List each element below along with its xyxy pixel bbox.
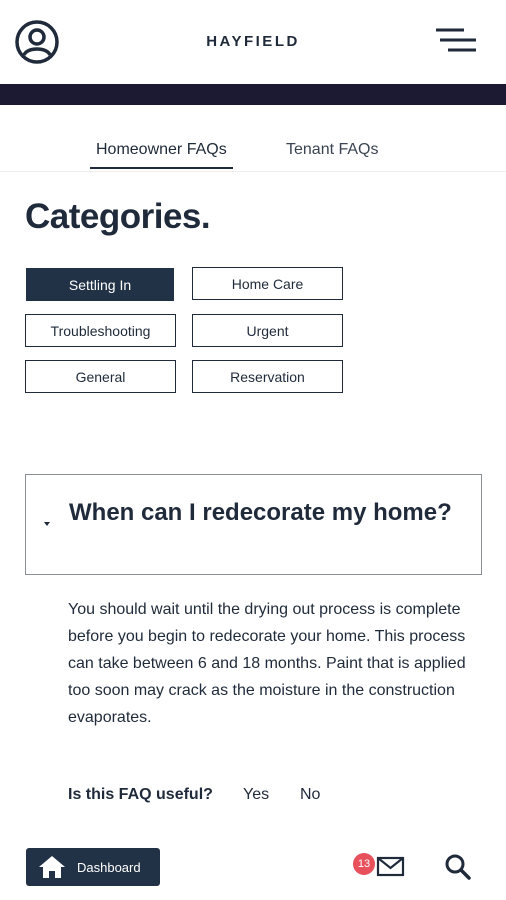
category-urgent[interactable]: Urgent (192, 314, 343, 347)
faq-feedback: Is this FAQ useful? Yes No (68, 786, 320, 804)
faq-question-card[interactable]: When can I redecorate my home? (25, 474, 482, 575)
mail-icon[interactable] (376, 854, 406, 878)
notification-badge: 13 (353, 853, 375, 875)
category-general[interactable]: General (25, 360, 176, 393)
search-icon[interactable] (444, 853, 472, 881)
dashboard-button[interactable]: Dashboard (26, 848, 160, 886)
menu-icon[interactable] (434, 26, 478, 56)
brand-logo: HAYFIELD (206, 33, 300, 50)
category-troubleshooting[interactable]: Troubleshooting (25, 314, 176, 347)
tab-tenant-faqs[interactable]: Tenant FAQs (286, 141, 379, 159)
faq-answer: You should wait until the drying out pro… (68, 601, 466, 726)
faq-useful-prompt: Is this FAQ useful? (68, 786, 213, 803)
faq-yes-button[interactable]: Yes (243, 786, 269, 804)
faq-question: When can I redecorate my home? (69, 499, 452, 526)
caret-down-icon (44, 522, 50, 526)
dashboard-label: Dashboard (77, 859, 141, 875)
category-reservation[interactable]: Reservation (192, 360, 343, 393)
app-header: HAYFIELD (0, 0, 506, 84)
home-icon (39, 856, 65, 878)
category-home-care[interactable]: Home Care (192, 267, 343, 300)
categories-heading: Categories. (25, 197, 211, 236)
faq-no-button[interactable]: No (300, 786, 320, 804)
header-band (0, 84, 506, 105)
faq-tabs: Homeowner FAQs Tenant FAQs (0, 105, 506, 172)
category-settling-in[interactable]: Settling In (26, 268, 174, 301)
tab-homeowner-faqs[interactable]: Homeowner FAQs (90, 141, 233, 169)
